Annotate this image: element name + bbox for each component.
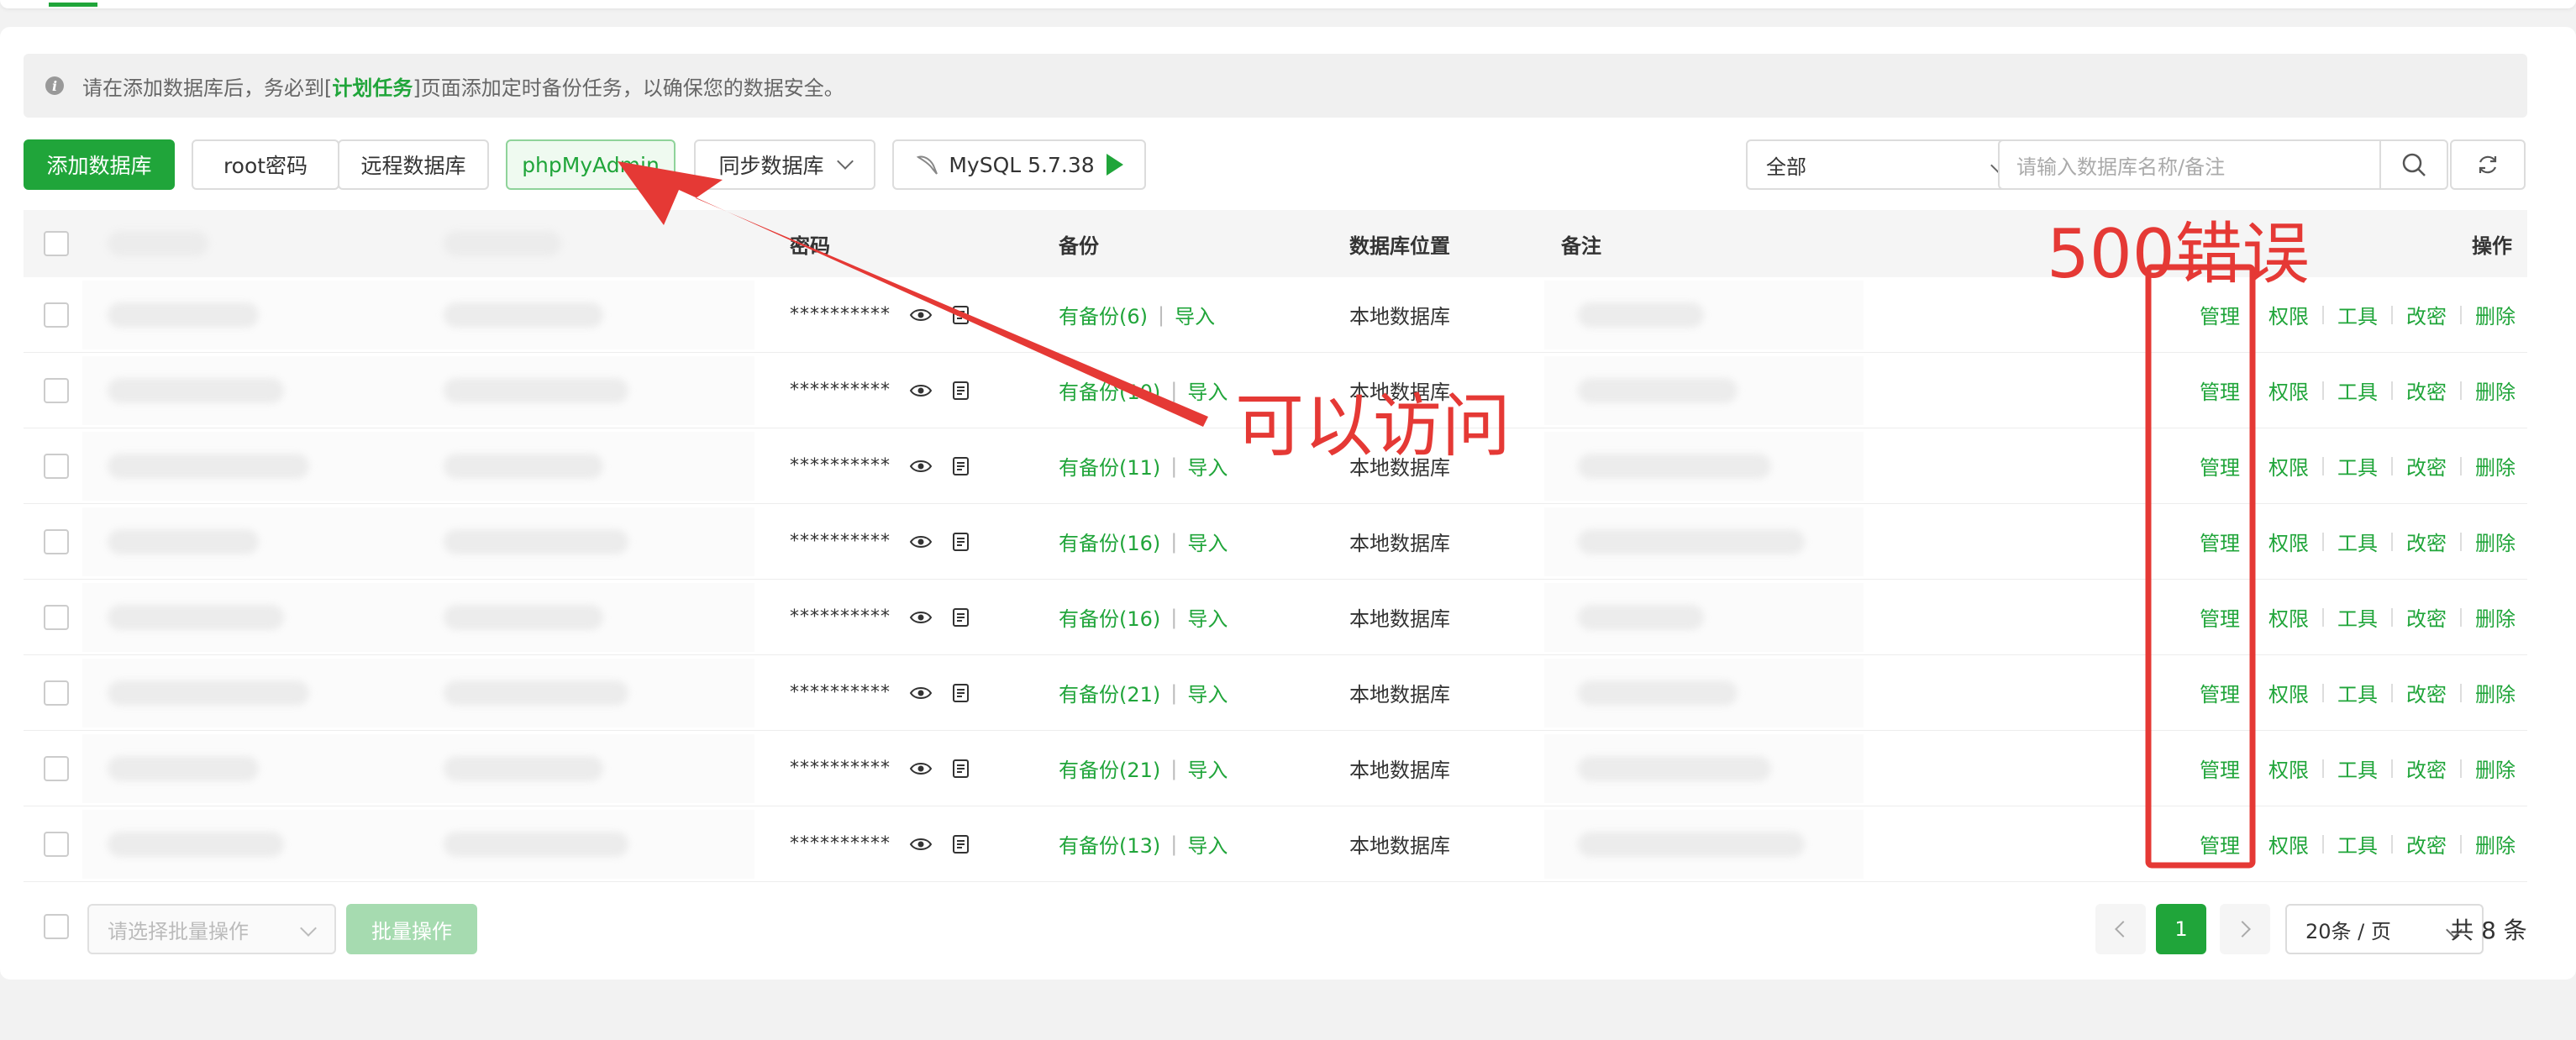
annotation-highlight-box (2145, 264, 2256, 869)
error-annotation-label: 500错误 (2047, 215, 2310, 293)
annotation-arrow (618, 161, 1208, 427)
annotation-overlay (618, 161, 2256, 869)
ok-annotation-label: 可以访问 (1235, 386, 1511, 466)
